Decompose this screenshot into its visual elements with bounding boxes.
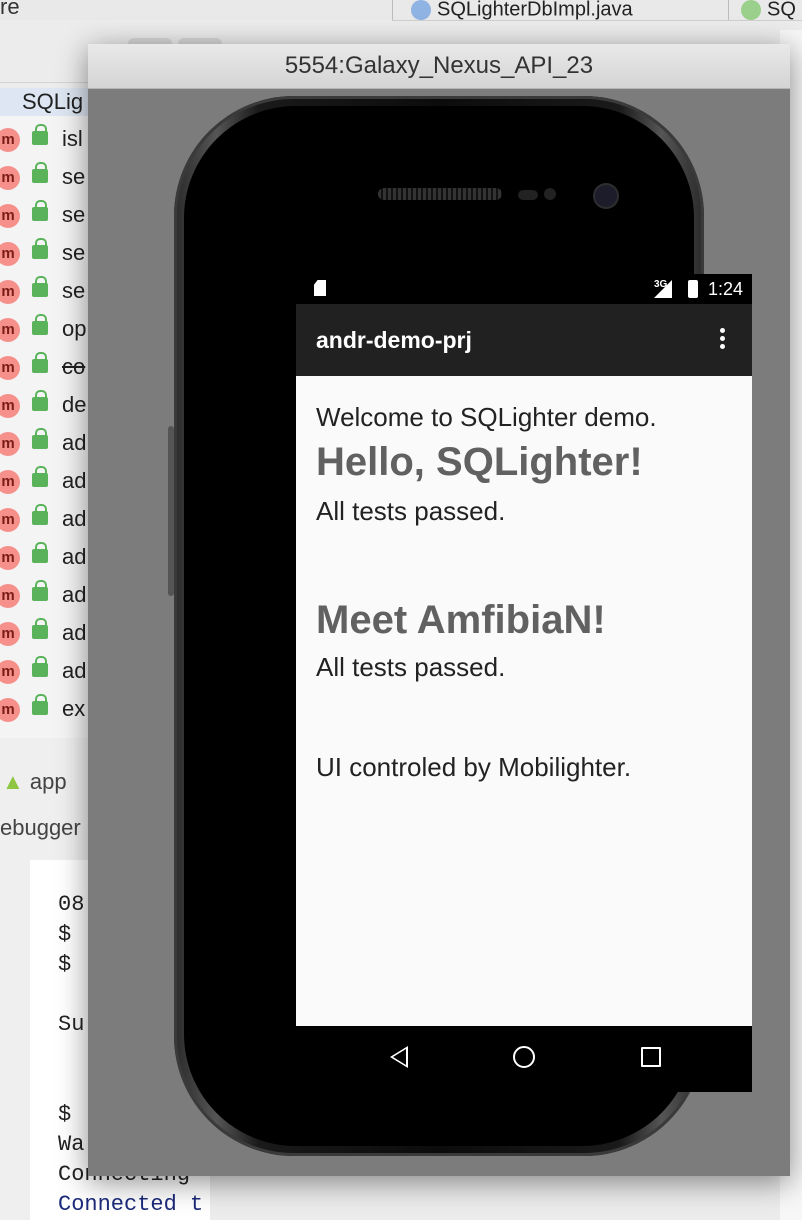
method-icon: m [0, 166, 20, 190]
lock-icon [32, 580, 48, 601]
method-icon: m [0, 470, 20, 494]
device-screen[interactable]: 3G 1:24 andr-demo-prj Welcome to SQLight… [296, 274, 752, 1092]
method-icon: m [0, 394, 20, 418]
home-icon[interactable] [513, 1046, 535, 1068]
implement-icon[interactable] [26, 38, 70, 82]
console-line: $ [58, 922, 72, 947]
front-camera-icon [595, 185, 617, 207]
heading-sqlighter: Hello, SQLighter! [316, 440, 643, 484]
structure-member[interactable]: m de [0, 386, 90, 424]
back-icon[interactable] [390, 1046, 408, 1068]
sd-card-icon [314, 280, 326, 296]
emulator-title: 5554:Galaxy_Nexus_API_23 [88, 44, 790, 89]
network-type: 3G [654, 279, 668, 290]
lock-icon [32, 238, 48, 259]
class-icon [411, 0, 431, 20]
app-bar: andr-demo-prj [296, 304, 752, 376]
lock-icon [32, 618, 48, 639]
editor-tab-sqlighterdbimpl[interactable]: SQLighterDbImpl.java [392, 0, 718, 20]
method-icon: m [0, 318, 20, 342]
structure-member[interactable]: m ad [0, 500, 90, 538]
battery-icon [688, 280, 698, 298]
lock-icon [32, 504, 48, 525]
proximity-sensor-icon [518, 190, 538, 200]
lock-icon [32, 200, 48, 221]
method-icon: m [0, 432, 20, 456]
structure-member[interactable]: m ad [0, 652, 90, 690]
structure-member[interactable]: m se [0, 158, 90, 196]
method-icon: m [0, 508, 20, 532]
console-line: $ [58, 1102, 72, 1127]
lock-icon [32, 124, 48, 145]
phone-frame: 3G 1:24 andr-demo-prj Welcome to SQLight… [168, 96, 752, 1156]
debugger-tab[interactable]: ebugger [0, 808, 81, 848]
structure-member[interactable]: m ad [0, 576, 90, 614]
interface-icon [741, 0, 761, 20]
structure-member[interactable]: m ad [0, 614, 90, 652]
structure-member[interactable]: m se [0, 272, 90, 310]
method-icon: m [0, 622, 20, 646]
status-bar: 3G 1:24 [296, 274, 752, 304]
console-line: $ [58, 952, 72, 977]
method-icon: m [0, 546, 20, 570]
console-line: Connected t [58, 1192, 204, 1217]
lock-icon [32, 390, 48, 411]
lock-icon [32, 694, 48, 715]
method-icon: m [0, 698, 20, 722]
structure-member[interactable]: m isl [0, 120, 90, 158]
structure-member[interactable]: m se [0, 196, 90, 234]
console-line: 08 [58, 892, 85, 917]
console-line: Wa [58, 1132, 85, 1157]
status-time: 1:24 [708, 279, 744, 299]
structure-member[interactable]: m op [0, 310, 90, 348]
toolbar-fragment: re [0, 0, 20, 19]
android-icon: ▲ [2, 769, 24, 794]
volume-button[interactable] [168, 426, 174, 596]
structure-member[interactable]: m ad [0, 538, 90, 576]
welcome-text: Welcome to SQLighter demo. [316, 402, 657, 432]
lock-icon [32, 656, 48, 677]
recents-icon[interactable] [641, 1047, 661, 1067]
tab-label: SQ [767, 0, 796, 21]
run-config-app[interactable]: ▲ app [0, 762, 67, 802]
app-title: andr-demo-prj [316, 327, 472, 353]
structure-root[interactable]: SQLig [0, 88, 90, 116]
structure-member[interactable]: m co [0, 348, 90, 386]
structure-panel: SQLig m isl m se m se m se m se m op m co m de m… [0, 88, 90, 738]
lock-icon [32, 276, 48, 297]
ide-toolbar: re SQLighterDbImpl.java SQ [0, 0, 802, 21]
emulator-window[interactable]: 5554:Galaxy_Nexus_API_23 3G 1:24 andr-de… [88, 44, 790, 1176]
tab-label: SQLighterDbImpl.java [437, 0, 633, 21]
lock-icon [32, 428, 48, 449]
method-icon: m [0, 660, 20, 684]
structure-member[interactable]: m ad [0, 424, 90, 462]
method-icon: m [0, 280, 20, 304]
structure-member[interactable]: m se [0, 234, 90, 272]
result-amfibian: All tests passed. [316, 652, 506, 682]
earpiece-icon [378, 188, 502, 200]
footer-text: UI controled by Mobilighter. [316, 752, 632, 782]
method-icon: m [0, 242, 20, 266]
method-icon: m [0, 584, 20, 608]
structure-member[interactable]: m ex [0, 690, 90, 728]
lock-icon [32, 466, 48, 487]
heading-amfibian: Meet AmfibiaN! [316, 598, 606, 642]
console-line: Su [58, 1012, 85, 1037]
editor-tab-sq[interactable]: SQ [728, 0, 802, 20]
overflow-menu-icon[interactable] [720, 328, 726, 352]
light-sensor-icon [544, 188, 556, 200]
lock-icon [32, 542, 48, 563]
method-icon: m [0, 204, 20, 228]
structure-member[interactable]: m ad [0, 462, 90, 500]
method-icon: m [0, 356, 20, 380]
lock-icon [32, 352, 48, 373]
method-icon: m [0, 128, 20, 152]
app-content: Welcome to SQLighter demo. Hello, SQLigh… [296, 376, 752, 1026]
nav-bar [296, 1026, 752, 1092]
lock-icon [32, 314, 48, 335]
result-sqlighter: All tests passed. [316, 496, 506, 526]
lock-icon [32, 162, 48, 183]
